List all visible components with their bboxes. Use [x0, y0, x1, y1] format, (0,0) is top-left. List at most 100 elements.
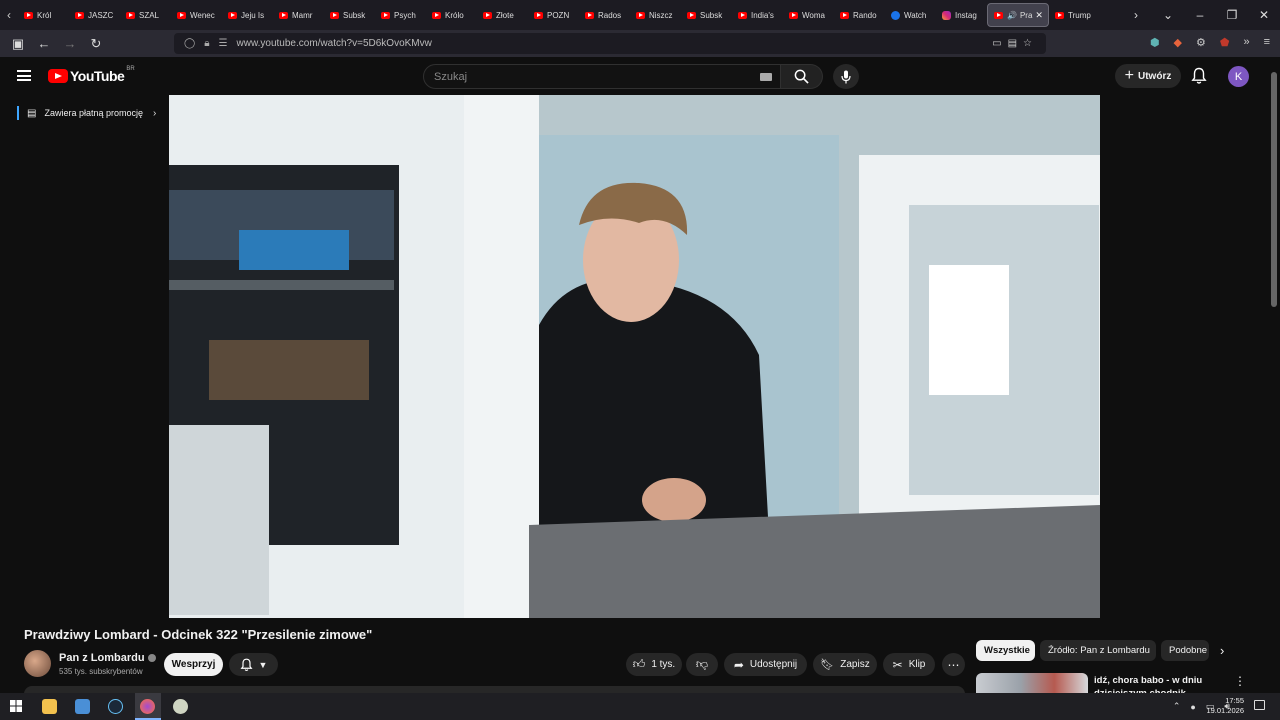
search-button[interactable] — [781, 64, 823, 89]
browser-tab[interactable]: Psych — [375, 0, 426, 30]
browser-tab[interactable]: JASZC — [69, 0, 120, 30]
youtube-icon — [75, 11, 84, 19]
bookmark-star-icon[interactable]: ☆ — [1023, 38, 1038, 49]
minimize-icon[interactable]: – — [1184, 8, 1216, 22]
recommended-menu-icon[interactable]: ⋮ — [1234, 674, 1246, 688]
browser-tab[interactable]: Król — [18, 0, 69, 30]
list-all-tabs-icon[interactable]: ⌄ — [1152, 8, 1184, 22]
extension-fox-icon[interactable]: ◆ — [1174, 36, 1182, 49]
tab-scroll-right-icon[interactable]: › — [1120, 8, 1152, 22]
browser-tab[interactable]: Mamr — [273, 0, 324, 30]
recommended-title[interactable]: idź, chora babo - w dniu dzisiejszym cho… — [1094, 674, 1226, 693]
share-label: Udostępnij — [749, 659, 798, 670]
address-bar[interactable]: ◯ 🔒︎ ☰ www.youtube.com/watch?v=5D6kOvoKM… — [174, 33, 1046, 54]
restore-icon[interactable]: ❐ — [1216, 8, 1248, 22]
microphone-tray-icon[interactable]: ● — [1190, 702, 1195, 712]
extension-shield-icon[interactable]: ⬢ — [1150, 36, 1160, 49]
chip-scroll-right-icon[interactable]: › — [1220, 643, 1224, 658]
thumbs-down-icon: 👎︎ — [695, 657, 709, 671]
pip-icon[interactable]: ▭ — [992, 38, 1007, 49]
support-button[interactable]: Wesprzyj — [164, 653, 223, 676]
tab-label: Wenec — [190, 10, 215, 20]
browser-tab[interactable]: Woma — [783, 0, 834, 30]
tray-overflow-icon[interactable]: ⌃ — [1173, 701, 1181, 712]
browser-tab[interactable]: Jeju Is — [222, 0, 273, 30]
browser-tab[interactable]: Rando — [834, 0, 885, 30]
app-icon[interactable] — [173, 699, 188, 714]
create-button[interactable]: + Utwórz — [1115, 64, 1181, 88]
ublock-icon[interactable]: ⬟ — [1220, 36, 1230, 49]
reader-icon[interactable]: ▤ — [1008, 38, 1023, 49]
like-button[interactable]: 👍︎ 1 tys. — [626, 653, 682, 676]
computer-icon[interactable] — [75, 699, 90, 714]
browser-tab[interactable]: POZN — [528, 0, 579, 30]
steam-icon[interactable] — [108, 699, 123, 714]
video-player[interactable] — [169, 95, 1100, 618]
scrollbar-thumb[interactable] — [1271, 72, 1277, 307]
reload-icon[interactable]: ↻ — [84, 36, 108, 52]
notification-center-icon[interactable] — [1254, 700, 1265, 710]
browser-tab[interactable]: SZAL — [120, 0, 171, 30]
browser-tab[interactable]: Niszcz — [630, 0, 681, 30]
close-window-icon[interactable]: ✕ — [1248, 8, 1280, 22]
system-clock[interactable]: 17:55 19.01.2026 — [1206, 696, 1244, 716]
browser-tab[interactable]: Rados — [579, 0, 630, 30]
chip-all[interactable]: Wszystkie — [976, 640, 1035, 661]
browser-tab[interactable]: Złote — [477, 0, 528, 30]
browser-tab[interactable]: Watch — [885, 0, 936, 30]
voice-search-button[interactable] — [833, 64, 859, 89]
chip-source[interactable]: Źródło: Pan z Lombardu — [1040, 640, 1156, 661]
paid-promotion-notice[interactable]: ▤ Zawiera płatną promocję › — [17, 106, 156, 120]
browser-tab[interactable]: Wenec — [171, 0, 222, 30]
tab-scroll-left-icon[interactable]: ‹ — [0, 8, 18, 22]
more-actions-icon[interactable]: ⋯ — [942, 653, 965, 676]
google-icon — [891, 10, 900, 20]
browser-tab[interactable]: Instag — [936, 0, 987, 30]
search-input[interactable]: Szukaj — [423, 64, 781, 89]
back-icon[interactable]: ← — [32, 36, 56, 51]
browser-tab[interactable]: Trump — [1049, 0, 1100, 30]
browser-tab[interactable]: Królo — [426, 0, 477, 30]
tab-strip: Król JASZC SZAL Wenec Jeju Is Mamr Subsk… — [18, 0, 1120, 30]
channel-name[interactable]: Pan z Lombardu — [59, 652, 145, 664]
app-menu-icon[interactable]: ≡ — [1264, 36, 1270, 49]
extensions-icon[interactable]: ⚙ — [1196, 36, 1206, 49]
forward-icon[interactable]: → — [58, 36, 82, 51]
page-scrollbar[interactable] — [1268, 57, 1280, 693]
youtube-logo[interactable]: YouTube BR — [48, 66, 135, 84]
close-tab-icon[interactable]: ✕ — [1035, 10, 1043, 21]
channel-name-row[interactable]: Pan z Lombardu — [59, 652, 156, 664]
keyboard-icon[interactable] — [760, 73, 772, 81]
recommended-thumbnail[interactable] — [976, 673, 1088, 693]
clip-button[interactable]: ✂ Klip — [883, 653, 935, 676]
tab-label: Król — [37, 10, 52, 20]
sidebar-toggle-icon[interactable]: ▣ — [6, 36, 30, 52]
browser-tab[interactable]: Subsk — [324, 0, 375, 30]
dislike-button[interactable]: 👎︎ — [686, 653, 718, 676]
tab-label: Rados — [598, 10, 622, 20]
chip-similar[interactable]: Podobne — [1161, 640, 1209, 661]
save-button[interactable]: 🔖︎ Zapisz — [813, 653, 877, 676]
tab-label: India's — [751, 10, 774, 20]
channel-avatar[interactable] — [24, 650, 51, 677]
browser-tab[interactable]: India's — [732, 0, 783, 30]
file-explorer-icon[interactable] — [42, 699, 57, 714]
url-text[interactable]: www.youtube.com/watch?v=5D6kOvoKMvw — [237, 38, 432, 49]
firefox-icon[interactable] — [140, 699, 155, 714]
shield-icon[interactable]: ◯ — [184, 38, 195, 49]
youtube-icon — [994, 11, 1003, 19]
permissions-icon[interactable]: ☰ — [219, 38, 228, 49]
windows-start-icon[interactable] — [10, 700, 22, 712]
menu-icon[interactable] — [17, 70, 31, 81]
share-button[interactable]: ➦ Udostępnij — [724, 653, 807, 676]
lock-icon[interactable]: 🔒︎ — [204, 38, 209, 49]
account-avatar[interactable]: K — [1228, 66, 1249, 87]
tab-label: POZN — [547, 10, 570, 20]
browser-tab-active[interactable]: 🔊 Pra ✕ — [987, 3, 1049, 27]
notifications-bell-icon[interactable] — [1191, 67, 1207, 85]
browser-tab[interactable]: Subsk — [681, 0, 732, 30]
overflow-menu-icon[interactable]: » — [1243, 36, 1249, 49]
speaker-icon[interactable]: 🔊 — [1007, 11, 1017, 20]
scissors-icon: ✂ — [892, 657, 903, 672]
subscription-notifications-button[interactable]: ▼ — [229, 653, 278, 676]
